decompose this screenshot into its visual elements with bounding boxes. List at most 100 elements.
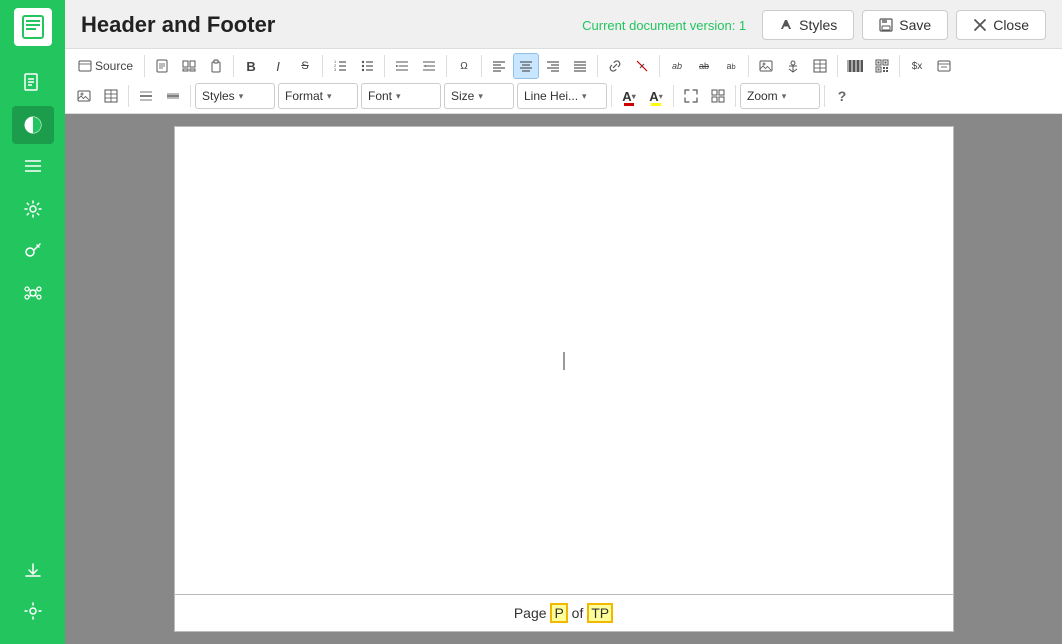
special-chars-button[interactable]: Ω <box>451 53 477 79</box>
sidebar-item-document[interactable] <box>12 64 54 102</box>
app-logo <box>14 8 52 46</box>
justify-button[interactable] <box>567 53 593 79</box>
editor-wrapper[interactable]: Page P of TP <box>65 114 1062 644</box>
separator <box>748 55 749 77</box>
link-button[interactable] <box>602 53 628 79</box>
separator <box>735 85 736 107</box>
size-dropdown-arrow: ▾ <box>478 91 483 102</box>
strikethrough-button[interactable]: S <box>292 53 318 79</box>
align-center-button[interactable] <box>513 53 539 79</box>
footer-text-before: Page <box>514 605 551 621</box>
anchor-button[interactable] <box>780 53 806 79</box>
sidebar-item-settings[interactable] <box>12 592 54 630</box>
table2-icon <box>813 59 827 73</box>
bg-color-arrow: ▾ <box>659 92 663 101</box>
sidebar-item-gear[interactable] <box>12 190 54 228</box>
barcode-icon <box>847 59 863 73</box>
sidebar-bottom <box>12 550 54 632</box>
templates-button[interactable] <box>176 53 202 79</box>
variable-button[interactable]: $x <box>904 53 930 79</box>
indent-less-button[interactable] <box>416 53 442 79</box>
close-icon <box>973 18 987 32</box>
styles-icon <box>779 18 793 32</box>
qr-button[interactable] <box>869 53 895 79</box>
unordered-list-button[interactable] <box>354 53 380 79</box>
separator <box>384 55 385 77</box>
zoom-dropdown[interactable]: Zoom ▾ <box>740 83 820 109</box>
table2-button[interactable] <box>807 53 833 79</box>
table-button[interactable] <box>98 83 124 109</box>
separator <box>128 85 129 107</box>
new-doc-button[interactable] <box>149 53 175 79</box>
ordered-list-button[interactable]: 1 2 3 <box>327 53 353 79</box>
separator <box>446 55 447 77</box>
hr-icon <box>139 89 153 103</box>
separator <box>481 55 482 77</box>
separator <box>611 85 612 107</box>
paste-button[interactable] <box>203 53 229 79</box>
svg-text:3: 3 <box>334 67 337 72</box>
align-left-button[interactable] <box>486 53 512 79</box>
bg-color-button[interactable]: A ▾ <box>643 83 669 109</box>
subscript-button[interactable]: ab <box>718 53 744 79</box>
image-button[interactable] <box>753 53 779 79</box>
footer-text-middle: of <box>568 605 587 621</box>
link-icon <box>608 59 622 73</box>
align-right-button[interactable] <box>540 53 566 79</box>
separator <box>837 55 838 77</box>
separator <box>233 55 234 77</box>
sidebar-item-network[interactable] <box>12 274 54 312</box>
styles-button[interactable]: Styles <box>762 10 854 40</box>
italic-button[interactable]: I <box>265 53 291 79</box>
font-color-button[interactable]: A ▾ <box>616 83 642 109</box>
styles-dropdown-arrow: ▾ <box>239 91 244 102</box>
save-button[interactable]: Save <box>862 10 948 40</box>
separator <box>190 85 191 107</box>
format-dropdown[interactable]: Format ▾ <box>278 83 358 109</box>
separator <box>659 55 660 77</box>
more-button[interactable] <box>931 53 957 79</box>
font-color-label: A <box>622 89 631 104</box>
close-label: Close <box>993 17 1029 33</box>
line-height-dropdown[interactable]: Line Hei... ▾ <box>517 83 607 109</box>
version-text: Current document version: 1 <box>582 18 746 33</box>
source-button[interactable]: Source <box>71 53 140 79</box>
indent-more-icon <box>395 59 409 73</box>
more-icon <box>937 59 951 73</box>
font-dropdown[interactable]: Font ▾ <box>361 83 441 109</box>
styles-dropdown-label: Styles <box>202 89 235 103</box>
help-button[interactable]: ? <box>829 83 855 109</box>
editor-page[interactable] <box>174 126 954 595</box>
styles-dropdown[interactable]: Styles ▾ <box>195 83 275 109</box>
editor-footer[interactable]: Page P of TP <box>174 595 954 632</box>
anchor-icon <box>786 59 800 73</box>
templates-icon <box>182 59 196 73</box>
blocks-button[interactable] <box>705 83 731 109</box>
indent-more-button[interactable] <box>389 53 415 79</box>
top-header: Header and Footer Current document versi… <box>65 0 1062 48</box>
save-icon <box>879 18 893 32</box>
font-color-bar <box>624 103 634 106</box>
image2-button[interactable] <box>71 83 97 109</box>
unordered-list-icon <box>360 59 374 73</box>
close-button[interactable]: Close <box>956 10 1046 40</box>
hr2-button[interactable] <box>160 83 186 109</box>
sidebar-item-download[interactable] <box>12 552 54 590</box>
barcode-button[interactable] <box>842 53 868 79</box>
format-dropdown-arrow: ▾ <box>327 91 332 102</box>
sidebar-item-list[interactable] <box>12 148 54 186</box>
sidebar-item-key[interactable] <box>12 232 54 270</box>
zoom-dropdown-arrow: ▾ <box>782 91 787 102</box>
abbr-button[interactable]: ab <box>664 53 690 79</box>
new-doc-icon <box>155 59 169 73</box>
footer-var-total: TP <box>587 603 613 623</box>
bold-button[interactable]: B <box>238 53 264 79</box>
fullscreen-button[interactable] <box>678 83 704 109</box>
sidebar-item-contrast[interactable] <box>12 106 54 144</box>
main-content: Header and Footer Current document versi… <box>65 0 1062 644</box>
toolbar: Source <box>65 48 1062 114</box>
size-dropdown[interactable]: Size ▾ <box>444 83 514 109</box>
unlink-button[interactable] <box>629 53 655 79</box>
strikethrough2-button[interactable]: ab <box>691 53 717 79</box>
hr-button[interactable] <box>133 83 159 109</box>
